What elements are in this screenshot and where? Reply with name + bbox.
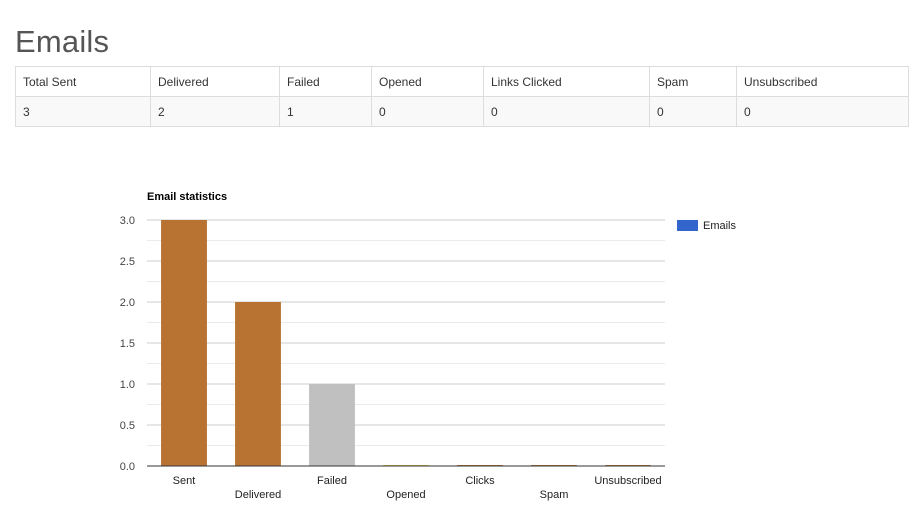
emails-page: Emails Total Sent Delivered Failed Opene… [0,0,918,516]
bar-delivered[interactable] [235,302,281,466]
header-opened: Opened [371,66,484,97]
cell-unsubscribed: 0 [736,96,909,127]
x-tick-label: Unsubscribed [594,475,661,487]
bar-failed[interactable] [309,384,355,466]
x-tick-label: Clicks [465,475,495,487]
email-stats-table: Total Sent Delivered Failed Opened Links… [15,66,909,127]
x-tick-label: Opened [386,489,425,501]
chart-gridlines [147,219,665,467]
cell-delivered: 2 [150,96,280,127]
chart-title: Email statistics [147,191,227,203]
legend-label: Emails [703,220,737,232]
table-row: 3 2 1 0 0 0 0 [15,96,909,127]
header-total-sent: Total Sent [15,66,151,97]
header-delivered: Delivered [150,66,280,97]
table-header-row: Total Sent Delivered Failed Opened Links… [15,66,909,97]
y-tick-label: 2.5 [120,256,135,268]
legend-swatch [677,220,698,231]
x-tick-label: Sent [173,475,196,487]
page-title: Emails [15,24,110,59]
chart-svg: Email statistics 0.0 0.5 1.0 1.5 2.0 2.5 3.0 Se… [120,191,737,501]
bar-sent[interactable] [161,220,207,466]
cell-spam: 0 [649,96,737,127]
cell-opened: 0 [371,96,484,127]
chart-legend[interactable]: Emails [677,220,737,232]
y-tick-label: 3.0 [120,215,135,227]
header-spam: Spam [649,66,737,97]
x-tick-label: Failed [317,475,347,487]
x-tick-label: Spam [540,489,569,501]
header-links-clicked: Links Clicked [483,66,650,97]
y-tick-label: 2.0 [120,297,135,309]
x-tick-label: Delivered [235,489,281,501]
cell-links-clicked: 0 [483,96,650,127]
y-tick-label: 0.0 [120,461,135,473]
y-tick-label: 0.5 [120,420,135,432]
header-unsubscribed: Unsubscribed [736,66,909,97]
cell-failed: 1 [279,96,372,127]
y-tick-label: 1.5 [120,338,135,350]
y-tick-label: 1.0 [120,379,135,391]
email-statistics-chart: Email statistics 0.0 0.5 1.0 1.5 2.0 2.5 3.0 Se… [0,180,918,510]
cell-total-sent: 3 [15,96,151,127]
header-failed: Failed [279,66,372,97]
